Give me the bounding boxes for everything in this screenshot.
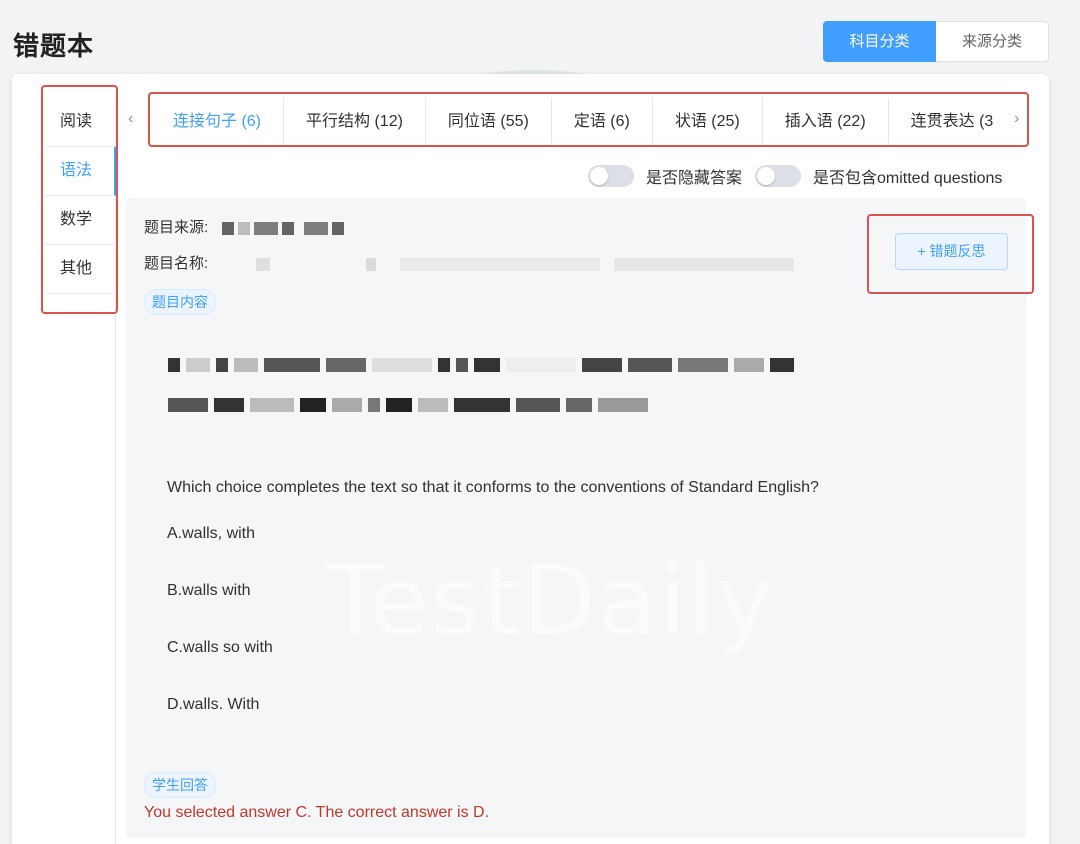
view-by-subject-button[interactable]: 科目分类	[823, 21, 936, 62]
question-source: 题目来源:	[144, 216, 348, 237]
chevron-left-icon[interactable]: ‹	[128, 110, 133, 128]
highlight-box-subjects	[41, 85, 118, 314]
answer-option-a[interactable]: A.walls, with	[167, 525, 255, 543]
hide-answers-label: 是否隐藏答案	[646, 170, 743, 187]
question-prompt: Which choice completes the text so that …	[167, 479, 819, 496]
redacted-block	[304, 221, 329, 235]
redacted-block	[614, 257, 795, 271]
redacted-block	[256, 257, 271, 271]
highlight-box-reflection	[867, 214, 1034, 294]
answer-feedback: You selected answer C. The correct answe…	[144, 804, 490, 821]
student-answer-tag: 学生回答	[144, 772, 216, 798]
redacted-block	[366, 257, 377, 271]
answer-option-d[interactable]: D.walls. With	[167, 696, 259, 714]
highlight-box-tabs	[148, 92, 1029, 147]
redacted-passage-line	[168, 357, 800, 373]
hide-answers-toggle-row: 是否隐藏答案	[588, 164, 742, 188]
redacted-passage-line	[168, 397, 654, 413]
question-content-tag: 题目内容	[144, 289, 216, 315]
answer-option-c[interactable]: C.walls so with	[167, 639, 273, 657]
view-switch: 科目分类 来源分类	[823, 21, 1049, 62]
answer-option-b[interactable]: B.walls with	[167, 582, 251, 600]
redacted-block	[400, 257, 601, 271]
redacted-block	[238, 221, 251, 235]
question-card	[126, 198, 1026, 838]
redacted-block	[282, 221, 295, 235]
question-name-label: 题目名称:	[144, 255, 209, 272]
question-name: 题目名称:	[144, 252, 798, 273]
hide-answers-switch[interactable]	[588, 165, 634, 187]
include-omitted-label: 是否包含omitted questions	[813, 170, 1003, 187]
redacted-block	[222, 221, 235, 235]
redacted-block	[332, 221, 345, 235]
question-source-label: 题目来源:	[144, 219, 209, 236]
include-omitted-toggle-row: 是否包含omitted questions	[755, 164, 1002, 188]
view-by-source-button[interactable]: 来源分类	[936, 21, 1049, 62]
redacted-block	[254, 221, 279, 235]
include-omitted-switch[interactable]	[755, 165, 801, 187]
page-title: 错题本	[13, 31, 95, 61]
